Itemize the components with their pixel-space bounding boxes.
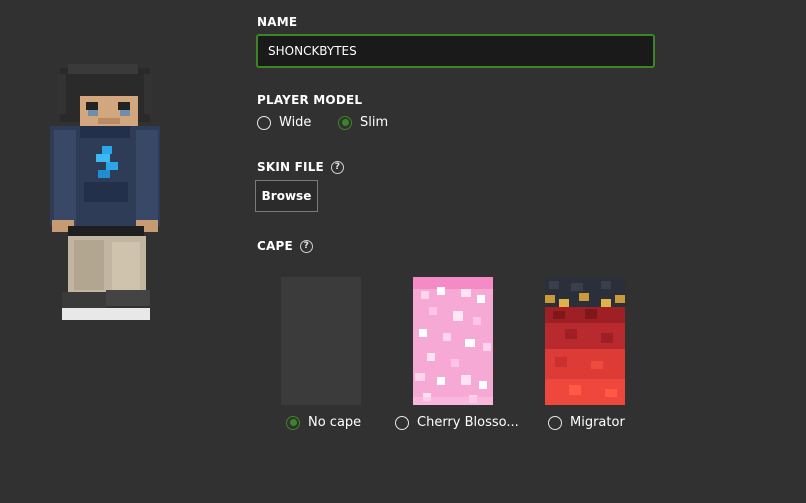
help-icon[interactable]: ? <box>330 160 344 174</box>
player-model-label-text: PLAYER MODEL <box>257 93 363 107</box>
character-model-image <box>50 64 160 320</box>
browse-button[interactable]: Browse <box>255 180 318 212</box>
browse-button-label: Browse <box>261 189 312 203</box>
radio-icon[interactable] <box>395 415 409 430</box>
cape-option-migrator[interactable]: Migrator <box>548 415 625 430</box>
cape-option-label: Cherry Blosso... <box>417 415 519 430</box>
cape-label: CAPE ? <box>257 239 313 253</box>
name-label: NAME <box>257 15 297 29</box>
name-label-text: NAME <box>257 15 298 29</box>
cape-none-thumbnail[interactable] <box>281 277 361 405</box>
skin-file-label-text: SKIN FILE <box>257 160 324 174</box>
cape-option-label: No cape <box>308 415 362 430</box>
model-option-slim[interactable]: Slim <box>338 115 388 130</box>
cape-cherry-blossom-thumbnail[interactable] <box>413 277 493 405</box>
skin-editor: NAME PLAYER MODEL Wide Slim SKIN FILE ? … <box>0 0 806 503</box>
player-model-label: PLAYER MODEL <box>257 93 362 107</box>
cape-option-cherry-blossom[interactable]: Cherry Blosso... <box>395 415 519 430</box>
migrator-cape-image <box>545 277 625 405</box>
radio-selected-icon[interactable] <box>286 415 300 430</box>
model-option-wide[interactable]: Wide <box>257 115 311 130</box>
cape-option-label: Migrator <box>570 415 625 430</box>
cape-migrator-thumbnail[interactable] <box>545 277 625 405</box>
radio-selected-icon[interactable] <box>338 115 352 130</box>
radio-icon[interactable] <box>257 115 271 130</box>
help-icon[interactable]: ? <box>299 239 313 253</box>
model-option-label: Slim <box>360 115 389 130</box>
model-option-label: Wide <box>279 115 312 130</box>
cape-option-no-cape[interactable]: No cape <box>286 415 361 430</box>
cherry-blossom-cape-image <box>413 277 493 405</box>
radio-icon[interactable] <box>548 415 562 430</box>
name-input[interactable] <box>256 34 655 68</box>
skin-file-label: SKIN FILE ? <box>257 160 344 174</box>
cape-label-text: CAPE <box>257 239 293 253</box>
skin-preview[interactable] <box>40 60 170 330</box>
